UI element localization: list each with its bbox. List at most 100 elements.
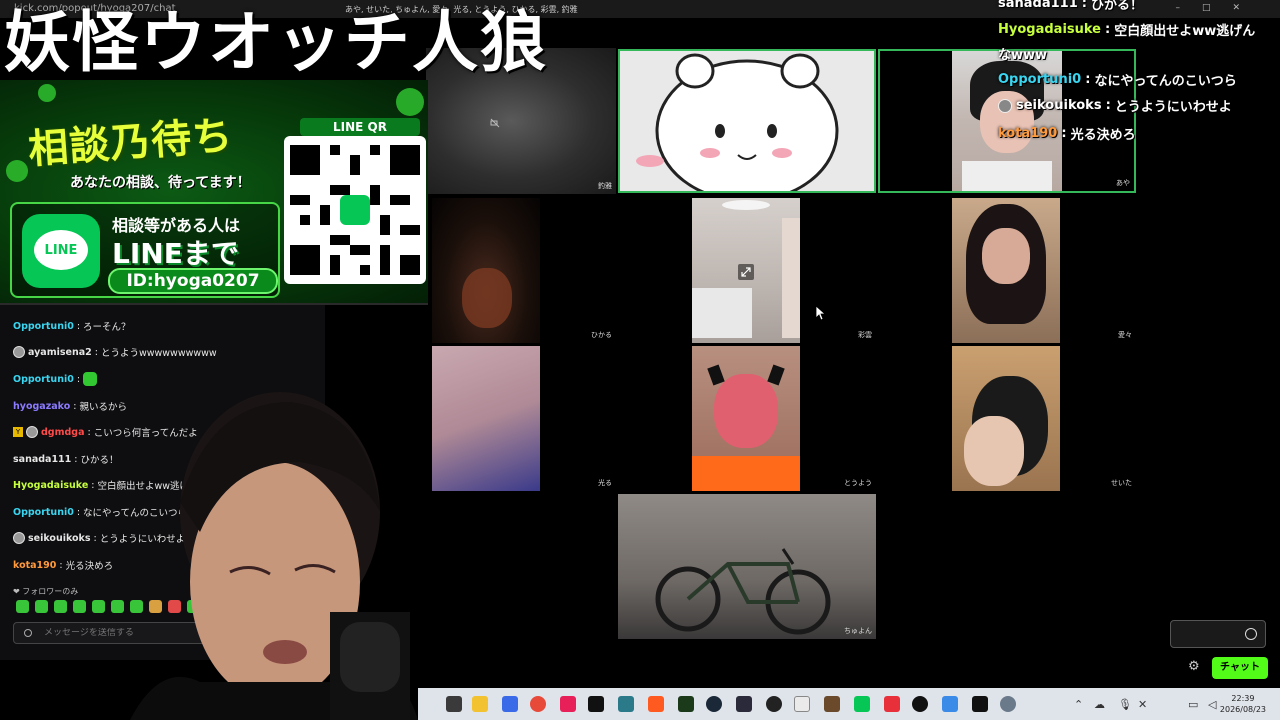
- chat-message: Opportuni0: なにやってんのこいつら: [998, 72, 1237, 89]
- chat-username: seikouikoks: [1016, 98, 1102, 113]
- qr-code[interactable]: [284, 136, 426, 284]
- participant-name: 愛々: [1118, 331, 1132, 339]
- participant-name: ちゅよん: [844, 627, 872, 635]
- chat-username: Opportuni0: [998, 72, 1082, 87]
- app-icon[interactable]: [942, 696, 958, 712]
- chat-text: ひかる！: [1090, 0, 1143, 13]
- clock-time: 22:39: [1231, 694, 1255, 703]
- microphone-icon[interactable]: 🎙: [1118, 698, 1132, 711]
- chat-text: とうようにいわせよ: [1114, 100, 1232, 115]
- right-chat-input[interactable]: [1170, 620, 1266, 648]
- participant-name: 釣雅: [598, 182, 612, 190]
- chat-message: ayamisena2: とうようwwwwwwwwww: [13, 345, 217, 359]
- bluetooth-icon[interactable]: ✕: [1138, 698, 1147, 711]
- clock-date: 2026/08/23: [1219, 705, 1266, 714]
- qr-code-icon: [290, 145, 420, 275]
- brave-icon[interactable]: [648, 696, 664, 712]
- chat-message: seikouikoks: とうようにいわせよ: [998, 96, 1232, 115]
- chat-message: Opportuni0: ろーそん？: [13, 320, 131, 334]
- line-contact-box: LINE 相談等がある人は LINEまで ID:hyoga0207: [10, 202, 280, 298]
- chat-text: 空白顔出せよww逃げん: [1114, 24, 1256, 39]
- chrome-icon[interactable]: [530, 696, 546, 712]
- chat-username[interactable]: ayamisena2: [28, 347, 92, 358]
- video-tile-5[interactable]: 彩雲: [618, 198, 876, 343]
- app-icon[interactable]: [794, 696, 810, 712]
- chat-message: Hyogadaisuke: 空白顔出せよww逃げん: [998, 22, 1256, 39]
- app-icon[interactable]: [502, 696, 518, 712]
- chat-message: sanada111: ひかる！: [998, 0, 1143, 13]
- chat-text: なにやってんのこいつら: [1094, 74, 1237, 89]
- participant-name: 彩雲: [858, 331, 872, 339]
- app-icon[interactable]: [972, 696, 988, 712]
- chat-username: kota190: [998, 126, 1058, 141]
- video-tile-9[interactable]: せいた: [878, 346, 1136, 491]
- windows-taskbar: ⌃ ☁ 🎙 ✕ ▭ ◁ 22:39 2026/08/23: [418, 688, 1280, 720]
- app-icon[interactable]: [736, 696, 752, 712]
- participant-video: [692, 346, 800, 491]
- line-icon[interactable]: [854, 696, 870, 712]
- taskview-icon[interactable]: [446, 696, 462, 712]
- participant-video: [952, 198, 1060, 343]
- bicycle-image: [618, 494, 876, 639]
- participant-video: [952, 346, 1060, 491]
- chat-send-button[interactable]: チャット: [1212, 657, 1268, 679]
- line-consult-banner: 相談乃待ち あなたの相談、待ってます！ LINE 相談等がある人は LINEまで…: [0, 80, 428, 305]
- app-icon[interactable]: [678, 696, 694, 712]
- line-logo-icon: LINE: [22, 214, 100, 288]
- steam-icon[interactable]: [706, 696, 722, 712]
- avatar: [998, 98, 1012, 113]
- character-image: [620, 51, 874, 191]
- video-tile-4[interactable]: ひかる: [426, 198, 616, 343]
- chat-message: なwww: [998, 44, 1047, 63]
- participant-video: [432, 346, 540, 491]
- video-tile-2[interactable]: [618, 49, 876, 193]
- mouse-cursor-icon: [816, 306, 826, 320]
- banner-subtitle: あなたの相談、待ってます！: [70, 175, 251, 191]
- app-icon[interactable]: [884, 696, 900, 712]
- video-tile-10[interactable]: ちゅよん: [618, 494, 876, 639]
- obs-icon[interactable]: [766, 696, 782, 712]
- unreal-icon[interactable]: [912, 696, 928, 712]
- avatar: [13, 346, 25, 358]
- camera-off-icon: [490, 118, 500, 128]
- decorative-dot: [396, 88, 424, 116]
- banner-title: 相談乃待ち: [26, 112, 235, 174]
- tray-chevron-icon[interactable]: ⌃: [1074, 698, 1083, 711]
- chat-username: Hyogadaisuke: [998, 22, 1102, 37]
- video-tile-6[interactable]: 愛々: [878, 198, 1136, 343]
- app-icon[interactable]: [618, 696, 634, 712]
- banner-line-2: LINEまで: [112, 237, 239, 270]
- decorative-dot: [38, 84, 56, 102]
- video-tile-8[interactable]: とうよう: [618, 346, 876, 491]
- gear-icon[interactable]: ⚙: [1188, 660, 1202, 674]
- tiktok-icon[interactable]: [588, 696, 604, 712]
- bicycle-illustration: [655, 548, 831, 635]
- participant-name: せいた: [1111, 479, 1132, 487]
- overlay-chat: sanada111: ひかる！ Hyogadaisuke: 空白顔出せよww逃げ…: [992, 0, 1280, 160]
- decorative-dot: [6, 160, 28, 182]
- chat-text: なwww: [998, 48, 1048, 63]
- file-explorer-icon[interactable]: [472, 696, 488, 712]
- taskbar-clock[interactable]: 22:39 2026/08/23: [1220, 693, 1266, 715]
- network-icon[interactable]: ☁: [1094, 698, 1105, 711]
- speaker-icon[interactable]: ◁: [1208, 698, 1216, 711]
- participant-name: 光る: [598, 479, 612, 487]
- emoji-icon[interactable]: [1245, 628, 1257, 640]
- video-tile-7[interactable]: 光る: [426, 346, 616, 491]
- chat-username[interactable]: Opportuni0: [13, 321, 74, 332]
- minecraft-icon[interactable]: [824, 696, 840, 712]
- chat-message: kota190: 光る決めろ: [998, 126, 1136, 143]
- participant-name: ひかる: [591, 331, 612, 339]
- chat-text: とうようwwwwwwwwww: [100, 348, 217, 359]
- chat-text: 光る決めろ: [1070, 128, 1136, 143]
- display-icon[interactable]: ▭: [1188, 698, 1198, 711]
- chat-text: ろーそん？: [83, 322, 131, 333]
- app-icon[interactable]: [560, 696, 576, 712]
- expand-icon[interactable]: [738, 264, 754, 280]
- participant-video: [432, 198, 540, 343]
- chat-username: sanada111: [998, 0, 1078, 11]
- participant-name: とうよう: [844, 479, 872, 487]
- participant-name: あや: [1116, 179, 1130, 187]
- settings-icon[interactable]: [1000, 696, 1016, 712]
- streamer-silhouette: [130, 392, 418, 720]
